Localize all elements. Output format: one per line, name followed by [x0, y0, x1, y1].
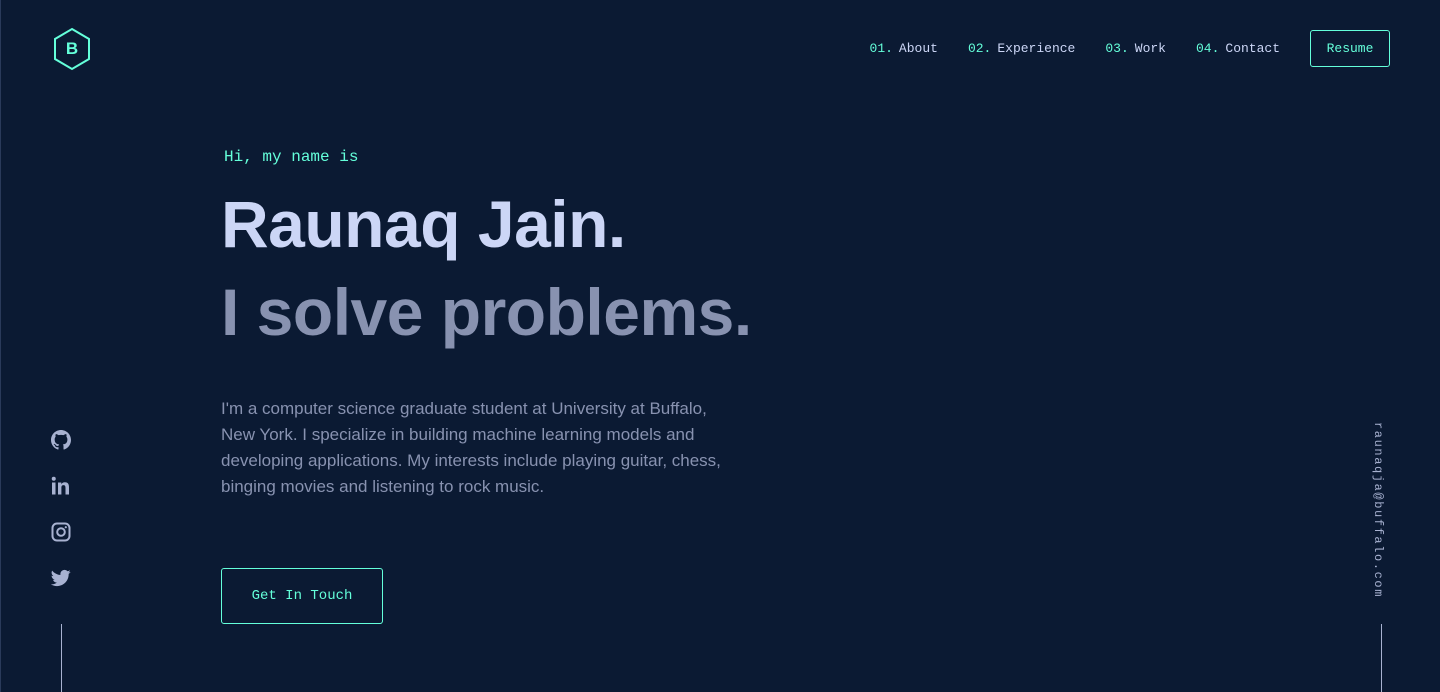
hero-greeting: Hi, my name is: [224, 148, 359, 166]
left-vertical-line: [61, 624, 62, 692]
nav-label: Contact: [1225, 41, 1280, 56]
get-in-touch-button[interactable]: Get In Touch: [221, 568, 383, 624]
nav-number: 03.: [1105, 41, 1129, 56]
logo-letter: B: [65, 39, 79, 58]
nav-label: Experience: [997, 41, 1076, 56]
twitter-icon[interactable]: [51, 568, 71, 588]
nav-item-contact[interactable]: 04. Contact: [1196, 41, 1280, 56]
hero-bio: I'm a computer science graduate student …: [221, 399, 721, 496]
nav-item-experience[interactable]: 02. Experience: [968, 41, 1075, 56]
main-nav: 01. About 02. Experience 03. Work 04. Contac…: [870, 29, 1390, 68]
nav-number: 04.: [1195, 41, 1220, 56]
nav-label: Work: [1134, 41, 1166, 56]
nav-item-about[interactable]: 01. About: [870, 41, 938, 56]
nav-number: 02.: [967, 41, 992, 56]
nav-label: About: [898, 41, 938, 56]
linkedin-icon[interactable]: [51, 476, 71, 496]
hero-tagline: I solve problems.: [221, 275, 752, 349]
nav-item-work[interactable]: 03. Work: [1105, 41, 1166, 56]
social-links: [50, 430, 72, 614]
instagram-icon[interactable]: [51, 522, 71, 542]
hero-name: Raunaq Jain.: [221, 187, 626, 261]
email-sidebar: raunaqja@buffalo.com: [1371, 422, 1391, 598]
hero-section: Hi, my name is Raunaq Jain. I solve prob…: [221, 144, 1021, 352]
right-vertical-line: [1381, 624, 1382, 692]
email-link[interactable]: raunaqja@buffalo.com: [1371, 422, 1385, 598]
nav-number: 01.: [869, 41, 893, 56]
logo[interactable]: B: [52, 27, 92, 71]
github-icon[interactable]: [51, 430, 71, 450]
resume-button[interactable]: Resume: [1310, 30, 1390, 67]
